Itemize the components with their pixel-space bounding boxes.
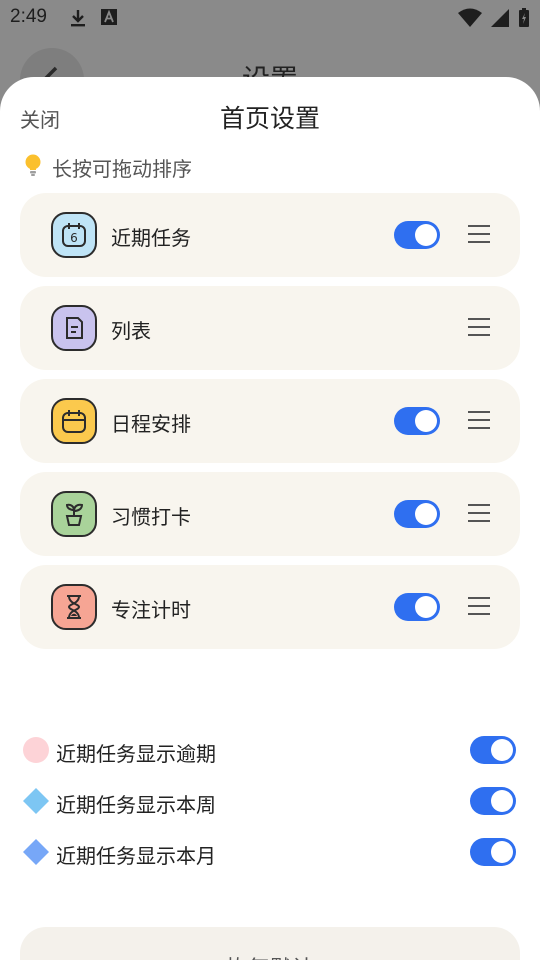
drag-hint-text: 长按可拖动排序 <box>52 157 192 181</box>
drag-handle-icon[interactable] <box>468 411 490 429</box>
wifi-icon <box>458 8 482 32</box>
module-card-schedule[interactable]: 日程安排 <box>20 379 520 463</box>
drag-handle-icon[interactable] <box>468 225 490 243</box>
hourglass-icon <box>51 584 97 630</box>
module-label: 日程安排 <box>111 412 191 436</box>
battery-charging-icon <box>518 8 530 32</box>
lightbulb-icon <box>22 153 44 182</box>
module-card-focus[interactable]: 专注计时 <box>20 565 520 649</box>
calendar-6-icon: 6 <box>51 212 97 258</box>
font-app-icon <box>100 8 118 32</box>
module-card-recent-tasks[interactable]: 6 近期任务 <box>20 193 520 277</box>
reset-default-button[interactable]: 恢复默认 <box>20 927 520 960</box>
option-show-this-month[interactable]: 近期任务显示本月 <box>20 832 520 872</box>
download-icon <box>68 8 88 32</box>
module-toggle[interactable] <box>394 221 440 249</box>
svg-text:6: 6 <box>70 231 78 245</box>
home-settings-sheet: 关闭 首页设置 长按可拖动排序 6 近期任务 列表 日程安排 习惯打卡 专注计时… <box>0 77 540 960</box>
sprout-icon <box>51 491 97 537</box>
module-toggle[interactable] <box>394 500 440 528</box>
module-label: 专注计时 <box>111 598 191 622</box>
calendar-icon <box>51 398 97 444</box>
module-card-list[interactable]: 列表 <box>20 286 520 370</box>
pink-circle-icon <box>23 737 49 763</box>
module-toggle[interactable] <box>394 407 440 435</box>
blue-diamond-icon <box>23 788 49 814</box>
option-toggle[interactable] <box>470 787 516 815</box>
status-bar: 2:49 <box>0 0 540 36</box>
module-card-habit[interactable]: 习惯打卡 <box>20 472 520 556</box>
status-time: 2:49 <box>10 6 47 27</box>
module-label: 习惯打卡 <box>111 505 191 529</box>
option-toggle[interactable] <box>470 736 516 764</box>
module-label: 列表 <box>111 319 151 343</box>
signal-icon <box>490 8 510 32</box>
option-label: 近期任务显示本周 <box>56 793 216 817</box>
blue-diamond-icon <box>23 839 49 865</box>
module-toggle[interactable] <box>394 593 440 621</box>
drag-hint: 长按可拖动排序 <box>22 153 192 182</box>
list-doc-icon <box>51 305 97 351</box>
module-label: 近期任务 <box>111 226 191 250</box>
drag-handle-icon[interactable] <box>468 318 490 336</box>
drag-handle-icon[interactable] <box>468 504 490 522</box>
option-show-overdue[interactable]: 近期任务显示逾期 <box>20 730 520 770</box>
sheet-title: 首页设置 <box>219 104 320 133</box>
option-toggle[interactable] <box>470 838 516 866</box>
option-label: 近期任务显示本月 <box>56 844 216 868</box>
option-show-this-week[interactable]: 近期任务显示本周 <box>20 781 520 821</box>
drag-handle-icon[interactable] <box>468 597 490 615</box>
option-label: 近期任务显示逾期 <box>56 742 216 766</box>
